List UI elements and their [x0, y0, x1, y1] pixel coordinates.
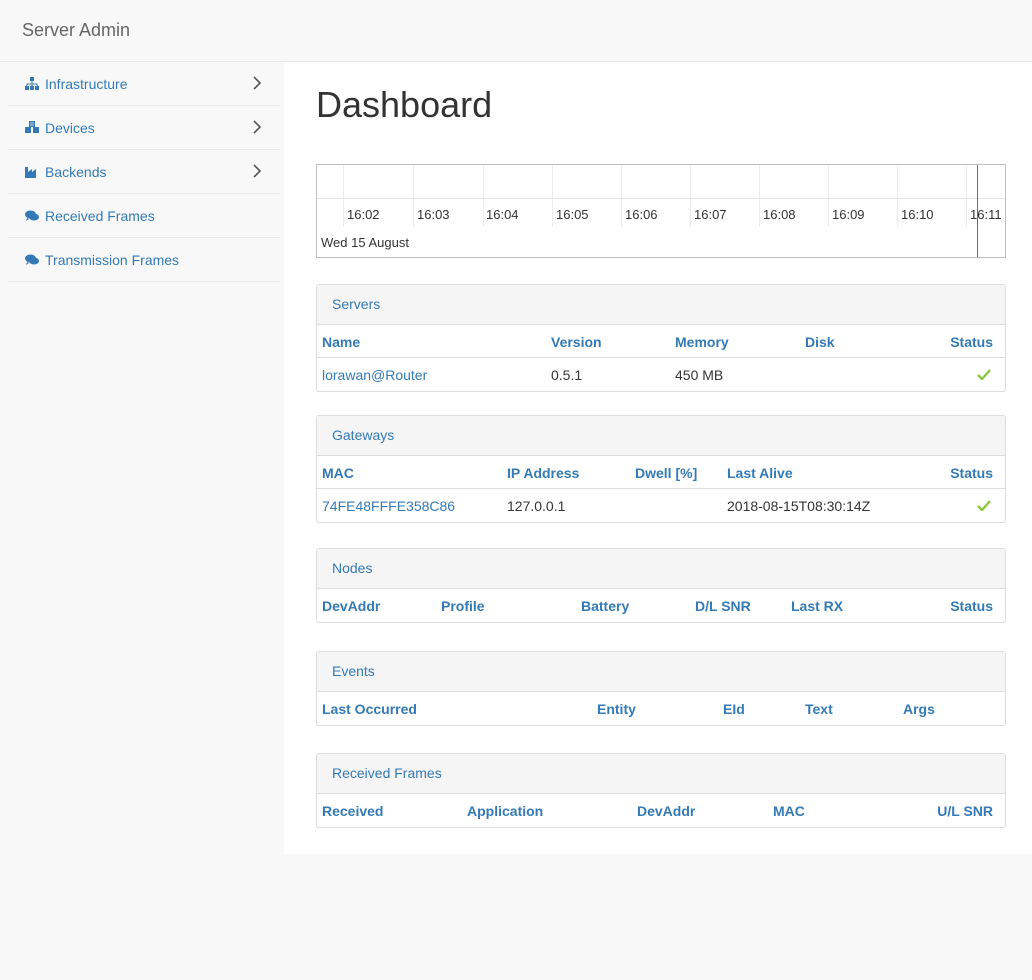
timeline-gridline [759, 165, 760, 227]
timeline-tick: 16:08 [763, 207, 796, 222]
timeline-tick: 16:05 [556, 207, 589, 222]
column-header[interactable]: Last Alive [727, 465, 793, 481]
chevron-right-icon [253, 120, 262, 134]
nodes-panel: Nodes DevAddr Profile Battery D/L SNR La… [316, 548, 1006, 623]
cubes-icon [24, 121, 40, 135]
timeline-tick: 16:10 [901, 207, 934, 222]
comments-icon [24, 209, 40, 223]
top-navbar: Server Admin [0, 0, 1032, 62]
gateway-mac-link[interactable]: 74FE48FFFE358C86 [322, 498, 455, 514]
panel-heading: Gateways [317, 416, 1005, 456]
timeline-gridline [552, 165, 553, 227]
timeline-tick: 16:03 [417, 207, 450, 222]
main-content: Dashboard 16:02 16:03 16:04 16:05 16:06 … [284, 62, 1032, 854]
column-header[interactable]: Battery [581, 598, 629, 614]
gateways-panel: Gateways MAC IP Address Dwell [%] Last A… [316, 415, 1006, 523]
sidebar-item-transmission-frames[interactable]: Transmission Frames [8, 238, 280, 282]
column-header[interactable]: EId [723, 701, 745, 717]
sidebar-item-label: Backends [45, 163, 107, 180]
table-header-row: MAC IP Address Dwell [%] Last Alive Stat… [317, 456, 1005, 489]
timeline-tick: 16:02 [347, 207, 380, 222]
column-header[interactable]: Status [950, 334, 993, 350]
app-title[interactable]: Server Admin [22, 20, 130, 41]
sidebar-item-label: Devices [45, 119, 95, 136]
timeline-tick: 16:07 [694, 207, 727, 222]
sitemap-icon [24, 77, 40, 91]
servers-panel: Servers Name Version Memory Disk Status … [316, 284, 1006, 392]
timeline-current-time-marker [977, 165, 978, 257]
table-header-row: Last Occurred Entity EId Text Args [317, 692, 1005, 725]
sidebar-item-devices[interactable]: Devices [8, 106, 280, 150]
sidebar-item-label: Transmission Frames [45, 251, 180, 268]
panel-heading: Servers [317, 285, 1005, 325]
timeline-gridline [413, 165, 414, 227]
timeline-tick: 16:11 [970, 207, 1002, 222]
gateway-last-alive: 2018-08-15T08:30:14Z [727, 498, 871, 514]
page-title: Dashboard [316, 84, 493, 125]
timeline-tick: 16:06 [625, 207, 658, 222]
table-header-row: DevAddr Profile Battery D/L SNR Last RX … [317, 589, 1005, 622]
sidebar: Infrastructure Devices Backends Received… [8, 62, 280, 282]
comments-icon [24, 253, 40, 267]
table-header-row: Received Application DevAddr MAC U/L SNR [317, 794, 1005, 827]
column-header[interactable]: Args [903, 701, 935, 717]
timeline-gridline [828, 165, 829, 227]
sidebar-item-infrastructure[interactable]: Infrastructure [8, 62, 280, 106]
column-header[interactable]: Status [950, 465, 993, 481]
industry-icon [24, 165, 40, 179]
column-header[interactable]: Status [950, 598, 993, 614]
timeline-tick: 16:04 [486, 207, 519, 222]
timeline-gridline [690, 165, 691, 227]
column-header[interactable]: Disk [805, 334, 835, 350]
panel-heading: Events [317, 652, 1005, 692]
chevron-right-icon [253, 76, 262, 90]
timeline-gridline [966, 165, 967, 227]
table-row[interactable]: 74FE48FFFE358C86 127.0.0.1 2018-08-15T08… [317, 489, 1005, 522]
column-header[interactable]: Version [551, 334, 602, 350]
chevron-right-icon [253, 164, 262, 178]
check-icon [977, 369, 991, 380]
timeline-gridline [483, 165, 484, 227]
column-header[interactable]: MAC [773, 803, 805, 819]
column-header[interactable]: Profile [441, 598, 485, 614]
timeline-gridline [621, 165, 622, 227]
timeline-date: Wed 15 August [321, 235, 409, 250]
column-header[interactable]: U/L SNR [937, 803, 993, 819]
sidebar-item-backends[interactable]: Backends [8, 150, 280, 194]
received-frames-panel: Received Frames Received Application Dev… [316, 753, 1006, 828]
column-header[interactable]: D/L SNR [695, 598, 751, 614]
column-header[interactable]: MAC [322, 465, 354, 481]
column-header[interactable]: DevAddr [637, 803, 695, 819]
column-header[interactable]: DevAddr [322, 598, 380, 614]
gateway-ip: 127.0.0.1 [507, 498, 566, 514]
column-header[interactable]: Last Occurred [322, 701, 417, 717]
column-header[interactable]: Dwell [%] [635, 465, 697, 481]
timeline-gridline [897, 165, 898, 227]
server-version: 0.5.1 [551, 367, 583, 383]
timeline-tick: 16:09 [832, 207, 865, 222]
sidebar-item-label: Received Frames [45, 207, 155, 224]
column-header[interactable]: Memory [675, 334, 729, 350]
column-header[interactable]: Name [322, 334, 360, 350]
column-header[interactable]: Received [322, 803, 383, 819]
table-header-row: Name Version Memory Disk Status [317, 325, 1005, 358]
panel-heading: Received Frames [317, 754, 1005, 794]
column-header[interactable]: Application [467, 803, 543, 819]
panel-heading: Nodes [317, 549, 1005, 589]
events-panel: Events Last Occurred Entity EId Text Arg… [316, 651, 1006, 726]
sidebar-item-label: Infrastructure [45, 75, 128, 92]
timeline-gridline [343, 165, 344, 227]
column-header[interactable]: Entity [597, 701, 636, 717]
table-row[interactable]: lorawan@Router 0.5.1 450 MB [317, 358, 1005, 391]
column-header[interactable]: Last RX [791, 598, 843, 614]
sidebar-item-received-frames[interactable]: Received Frames [8, 194, 280, 238]
server-memory: 450 MB [675, 367, 724, 383]
timeline-band[interactable] [317, 165, 1005, 199]
server-name-link[interactable]: lorawan@Router [322, 367, 427, 383]
check-icon [977, 500, 991, 511]
column-header[interactable]: Text [805, 701, 833, 717]
timeline[interactable]: 16:02 16:03 16:04 16:05 16:06 16:07 16:0… [316, 164, 1006, 258]
column-header[interactable]: IP Address [507, 465, 579, 481]
